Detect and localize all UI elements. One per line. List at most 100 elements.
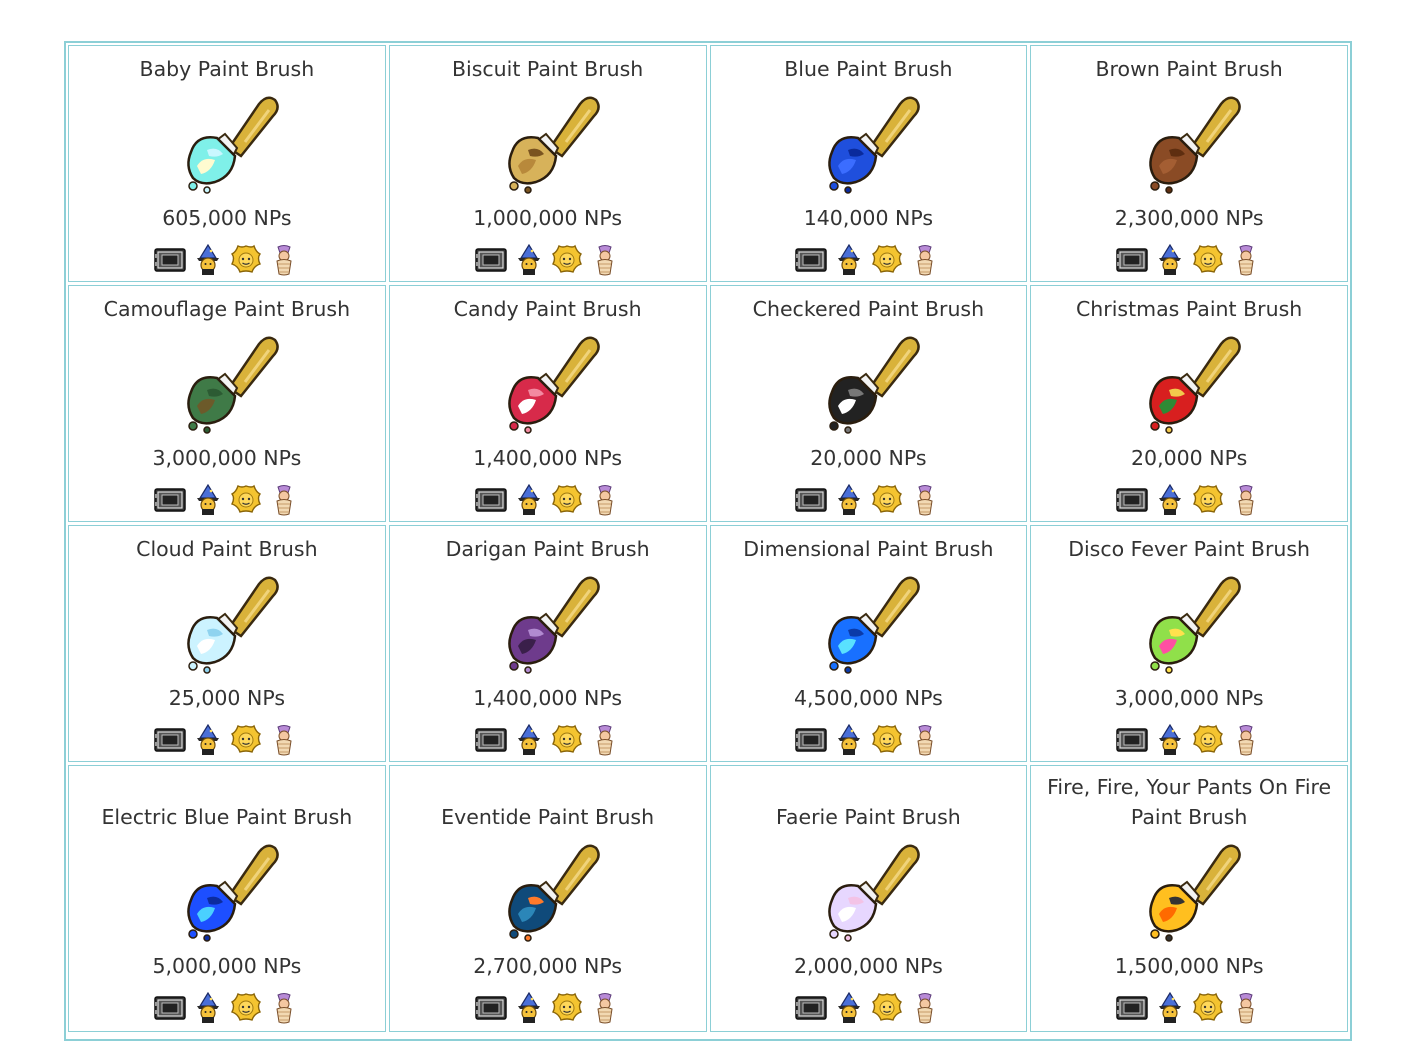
neggfest-icon[interactable] xyxy=(551,992,583,1024)
item-card-1[interactable]: Baby Paint Brush 605,000 NPs xyxy=(68,45,386,282)
gallery-icon[interactable] xyxy=(909,244,941,276)
item-card-4[interactable]: Brown Paint Brush 2,300,000 NPs xyxy=(1030,45,1348,282)
item-card-8[interactable]: Christmas Paint Brush 20,000 NPs xyxy=(1030,285,1348,522)
closet-icon[interactable] xyxy=(513,724,545,756)
neggfest-icon[interactable] xyxy=(551,244,583,276)
closet-icon[interactable] xyxy=(513,484,545,516)
closet-icon[interactable] xyxy=(192,992,224,1024)
item-card-14[interactable]: Eventide Paint Brush 2,700,000 NPs xyxy=(388,765,707,1032)
item-card-6[interactable]: Candy Paint Brush 1,400,000 NPs xyxy=(388,285,707,522)
item-name[interactable]: Eventide Paint Brush xyxy=(433,802,662,832)
paint-brush-icon[interactable] xyxy=(812,834,924,946)
sdb-icon[interactable] xyxy=(795,484,828,516)
sdb-icon[interactable] xyxy=(154,992,186,1024)
gallery-icon[interactable] xyxy=(1230,244,1262,276)
gallery-icon[interactable] xyxy=(589,244,621,276)
item-card-9[interactable]: Cloud Paint Brush 25,000 NPs xyxy=(68,525,386,762)
paint-brush-icon[interactable] xyxy=(171,86,283,198)
paint-brush-icon[interactable] xyxy=(492,86,604,198)
item-name[interactable]: Fire, Fire, Your Pants On Fire Paint Bru… xyxy=(1031,772,1347,832)
neggfest-icon[interactable] xyxy=(230,484,262,516)
closet-icon[interactable] xyxy=(833,484,865,516)
neggfest-icon[interactable] xyxy=(871,484,903,516)
closet-icon[interactable] xyxy=(1154,992,1186,1024)
sdb-icon[interactable] xyxy=(154,484,186,516)
item-card-2[interactable]: Biscuit Paint Brush 1,000,000 NPs xyxy=(388,45,707,282)
sdb-icon[interactable] xyxy=(1116,992,1148,1024)
item-card-12[interactable]: Disco Fever Paint Brush 3,000,000 NPs xyxy=(1030,525,1348,762)
neggfest-icon[interactable] xyxy=(871,992,903,1024)
item-card-10[interactable]: Darigan Paint Brush 1,400,000 NPs xyxy=(388,525,707,762)
neggfest-icon[interactable] xyxy=(230,244,262,276)
gallery-icon[interactable] xyxy=(268,244,300,276)
closet-icon[interactable] xyxy=(1154,484,1186,516)
neggfest-icon[interactable] xyxy=(230,724,262,756)
paint-brush-icon[interactable] xyxy=(171,566,283,678)
closet-icon[interactable] xyxy=(513,244,545,276)
closet-icon[interactable] xyxy=(1154,244,1186,276)
sdb-icon[interactable] xyxy=(154,724,186,756)
sdb-icon[interactable] xyxy=(474,992,507,1024)
neggfest-icon[interactable] xyxy=(1192,992,1224,1024)
neggfest-icon[interactable] xyxy=(1192,244,1224,276)
neggfest-icon[interactable] xyxy=(871,724,903,756)
sdb-icon[interactable] xyxy=(474,724,507,756)
paint-brush-icon[interactable] xyxy=(171,834,283,946)
item-card-11[interactable]: Dimensional Paint Brush 4,500,000 NPs xyxy=(709,525,1028,762)
gallery-icon[interactable] xyxy=(909,992,941,1024)
paint-brush-icon[interactable] xyxy=(1133,86,1245,198)
item-name[interactable]: Biscuit Paint Brush xyxy=(444,54,651,84)
gallery-icon[interactable] xyxy=(909,724,941,756)
sdb-icon[interactable] xyxy=(1116,484,1148,516)
paint-brush-icon[interactable] xyxy=(812,566,924,678)
item-name[interactable]: Dimensional Paint Brush xyxy=(735,534,1001,564)
item-name[interactable]: Checkered Paint Brush xyxy=(745,294,992,324)
item-name[interactable]: Christmas Paint Brush xyxy=(1068,294,1310,324)
paint-brush-icon[interactable] xyxy=(812,326,924,438)
item-name[interactable]: Cloud Paint Brush xyxy=(128,534,325,564)
item-card-3[interactable]: Blue Paint Brush 140,000 NPs xyxy=(709,45,1028,282)
neggfest-icon[interactable] xyxy=(551,724,583,756)
item-name[interactable]: Faerie Paint Brush xyxy=(768,802,969,832)
closet-icon[interactable] xyxy=(192,244,224,276)
paint-brush-icon[interactable] xyxy=(1133,326,1245,438)
sdb-icon[interactable] xyxy=(154,244,186,276)
gallery-icon[interactable] xyxy=(268,724,300,756)
gallery-icon[interactable] xyxy=(589,724,621,756)
paint-brush-icon[interactable] xyxy=(492,326,604,438)
item-name[interactable]: Brown Paint Brush xyxy=(1087,54,1290,84)
closet-icon[interactable] xyxy=(833,244,865,276)
item-card-5[interactable]: Camouflage Paint Brush 3,000,000 NPs xyxy=(68,285,386,522)
closet-icon[interactable] xyxy=(833,724,865,756)
closet-icon[interactable] xyxy=(192,724,224,756)
item-card-15[interactable]: Faerie Paint Brush 2,000,000 NPs xyxy=(709,765,1028,1032)
sdb-icon[interactable] xyxy=(474,484,507,516)
gallery-icon[interactable] xyxy=(1230,724,1262,756)
gallery-icon[interactable] xyxy=(1230,484,1262,516)
sdb-icon[interactable] xyxy=(474,244,507,276)
closet-icon[interactable] xyxy=(1154,724,1186,756)
neggfest-icon[interactable] xyxy=(1192,724,1224,756)
neggfest-icon[interactable] xyxy=(551,484,583,516)
gallery-icon[interactable] xyxy=(268,484,300,516)
item-name[interactable]: Candy Paint Brush xyxy=(446,294,650,324)
gallery-icon[interactable] xyxy=(268,992,300,1024)
item-name[interactable]: Baby Paint Brush xyxy=(132,54,323,84)
gallery-icon[interactable] xyxy=(589,484,621,516)
item-name[interactable]: Electric Blue Paint Brush xyxy=(93,802,360,832)
gallery-icon[interactable] xyxy=(1230,992,1262,1024)
neggfest-icon[interactable] xyxy=(871,244,903,276)
gallery-icon[interactable] xyxy=(909,484,941,516)
paint-brush-icon[interactable] xyxy=(492,566,604,678)
paint-brush-icon[interactable] xyxy=(812,86,924,198)
closet-icon[interactable] xyxy=(192,484,224,516)
item-name[interactable]: Disco Fever Paint Brush xyxy=(1060,534,1318,564)
item-card-7[interactable]: Checkered Paint Brush 20,000 NPs xyxy=(709,285,1028,522)
item-name[interactable]: Blue Paint Brush xyxy=(776,54,960,84)
sdb-icon[interactable] xyxy=(795,724,828,756)
neggfest-icon[interactable] xyxy=(230,992,262,1024)
sdb-icon[interactable] xyxy=(1116,244,1148,276)
sdb-icon[interactable] xyxy=(1116,724,1148,756)
item-name[interactable]: Darigan Paint Brush xyxy=(438,534,658,564)
gallery-icon[interactable] xyxy=(589,992,621,1024)
